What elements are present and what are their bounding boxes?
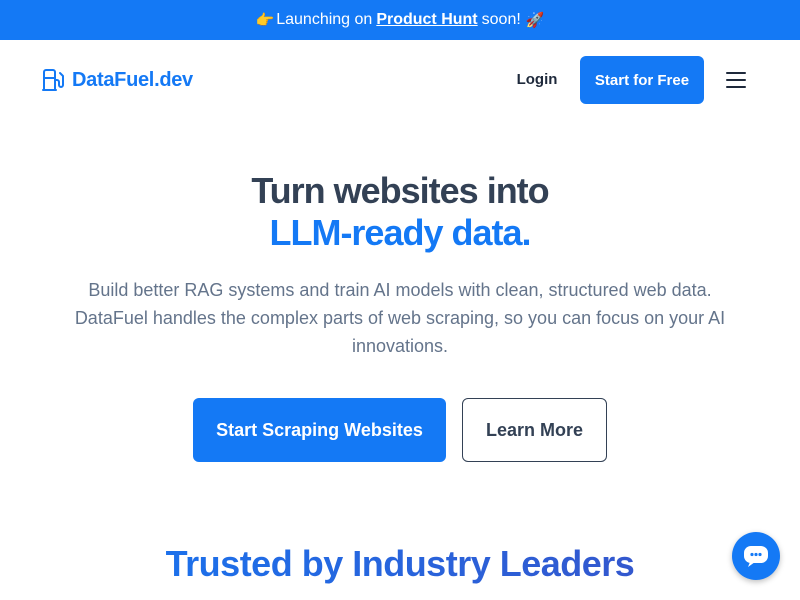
banner-suffix: soon! <box>481 11 521 28</box>
logo-link[interactable]: DataFuel.dev <box>42 68 193 92</box>
login-link[interactable]: Login <box>508 68 566 92</box>
hero-description: Build better RAG systems and train AI mo… <box>74 280 726 356</box>
start-for-free-button[interactable]: Start for Free <box>580 56 704 104</box>
hero-title: Turn websites into LLM-ready data. <box>0 170 800 254</box>
chat-widget-button[interactable] <box>732 532 780 580</box>
hero-title-line1: Turn websites into <box>251 170 549 211</box>
logo-text: DataFuel.dev <box>72 68 193 91</box>
announcement-banner: 👉 Launching on Product Hunt soon! 🚀 <box>0 0 800 40</box>
chat-bubble-icon <box>744 546 768 567</box>
hamburger-menu-icon[interactable] <box>724 68 748 92</box>
fuel-pump-icon <box>42 69 64 91</box>
hero-title-highlight: LLM-ready data. <box>269 212 531 253</box>
rocket-emoji: 🚀 <box>525 12 545 29</box>
start-scraping-button[interactable]: Start Scraping Websites <box>193 398 446 462</box>
trusted-section-title: Trusted by Industry Leaders <box>0 540 800 588</box>
learn-more-button[interactable]: Learn More <box>462 398 607 462</box>
site-header: DataFuel.dev Login Start for Free <box>0 40 800 120</box>
pointing-hand-emoji: 👉 <box>255 12 275 29</box>
product-hunt-link[interactable]: Product Hunt <box>376 11 477 29</box>
banner-prefix: Launching on <box>276 11 373 28</box>
